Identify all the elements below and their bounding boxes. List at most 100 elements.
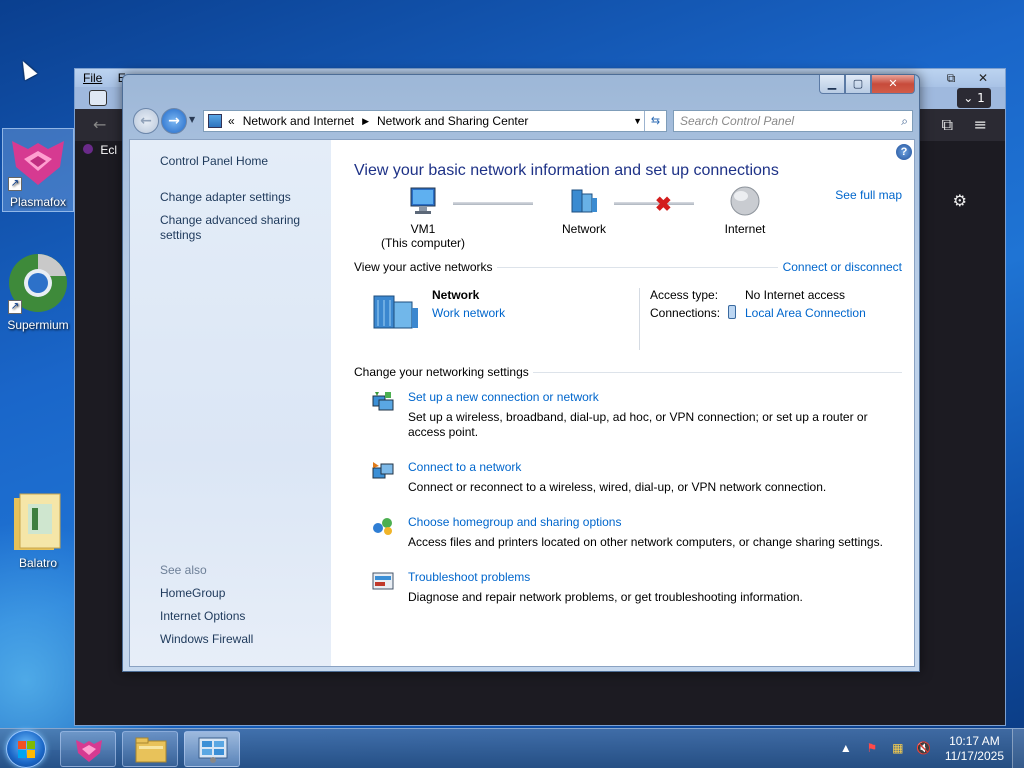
network-sharing-center-window[interactable]: ▁ ▢ ✕ ← → ▼ « Network and Internet ▶ Net… — [122, 74, 920, 672]
control-panel-home-link[interactable]: Control Panel Home — [160, 154, 268, 169]
windows-firewall-link[interactable]: Windows Firewall — [160, 632, 253, 647]
back-button[interactable]: ← — [133, 108, 159, 134]
network-building-icon — [373, 295, 418, 329]
breadcrumb-network-sharing-center[interactable]: Network and Sharing Center — [377, 111, 528, 131]
map-node-computer[interactable]: VM1 (This computer) — [373, 186, 473, 250]
desktop-icon-plasmafox[interactable]: ↗ Plasmafox — [2, 128, 74, 212]
taskbar-plasmafox[interactable] — [60, 731, 116, 767]
show-desktop-button[interactable] — [1012, 729, 1024, 768]
connections-label: Connections: — [650, 306, 721, 320]
change-adapter-settings-link[interactable]: Change adapter settings — [160, 190, 291, 205]
see-full-map-link[interactable]: See full map — [835, 188, 902, 202]
action-center-icon[interactable]: ⚑ — [863, 741, 881, 757]
connect-to-network-link[interactable]: Connect to a network — [408, 460, 521, 474]
folder-icon — [6, 490, 70, 554]
minimize-button[interactable]: ▁ — [819, 75, 845, 94]
connect-network-icon — [372, 462, 394, 479]
show-hidden-icons-icon[interactable]: ▲ — [837, 741, 855, 757]
connection-line — [614, 202, 694, 205]
plasmafox-icon — [76, 740, 102, 762]
tab-count-badge[interactable]: ⌄ 1 — [957, 88, 991, 108]
folder-icon — [135, 737, 167, 763]
internet-node-label: Internet — [724, 222, 766, 236]
desktop-icon-label: Plasmafox — [9, 195, 67, 209]
connection-line — [453, 202, 533, 205]
network-map: VM1 (This computer) Network ✖ Internet — [371, 186, 791, 254]
active-networks-heading: View your active networks — [354, 260, 497, 274]
browser-close-button[interactable]: ✕ — [969, 69, 997, 87]
map-node-network[interactable]: Network — [534, 186, 634, 236]
clock[interactable]: 10:17 AM 11/17/2025 — [945, 734, 1004, 764]
address-dropdown-icon[interactable]: ▼ — [633, 111, 642, 131]
task-homegroup: Choose homegroup and sharing options Acc… — [371, 515, 902, 551]
vertical-divider — [639, 288, 640, 350]
recent-pages-dropdown-icon[interactable]: ▼ — [189, 115, 195, 124]
main-pane: ? View your basic network information an… — [331, 140, 914, 666]
search-icon[interactable]: ⌕ — [901, 111, 908, 131]
help-icon[interactable]: ? — [896, 144, 912, 160]
ethernet-icon — [728, 305, 736, 319]
network-icon — [568, 186, 600, 216]
local-area-connection-link[interactable]: Local Area Connection — [745, 306, 866, 320]
taskbar-explorer[interactable] — [122, 731, 178, 767]
homegroup-icon — [373, 518, 392, 535]
control-panel-icon — [208, 114, 222, 128]
task-description: Access files and printers located on oth… — [408, 535, 883, 549]
breadcrumb-separator-icon[interactable]: ▶ — [362, 111, 369, 131]
homegroup-link[interactable]: HomeGroup — [160, 586, 225, 601]
close-button[interactable]: ✕ — [871, 75, 915, 94]
browser-side-tab[interactable]: Ecl — [83, 143, 117, 157]
connect-disconnect-link[interactable]: Connect or disconnect — [783, 260, 902, 274]
breadcrumb-network-internet[interactable]: Network and Internet — [243, 111, 354, 131]
internet-options-link[interactable]: Internet Options — [160, 609, 245, 624]
globe-icon — [729, 186, 761, 216]
network-type-link[interactable]: Work network — [432, 306, 505, 320]
forward-button[interactable]: → — [161, 108, 187, 134]
gear-icon[interactable]: ⚙ — [953, 191, 967, 210]
menu-icon[interactable]: ≡ — [974, 115, 987, 134]
network-status-icon[interactable]: ▦ — [889, 741, 907, 757]
computer-icon — [407, 186, 439, 216]
change-advanced-sharing-link[interactable]: Change advanced sharing settings — [160, 213, 300, 243]
task-description: Set up a wireless, broadband, dial-up, a… — [408, 410, 868, 439]
refresh-icon[interactable]: ⇆ — [644, 111, 666, 131]
setup-new-connection-link[interactable]: Set up a new connection or network — [408, 390, 599, 404]
clock-date: 11/17/2025 — [944, 749, 1004, 763]
taskbar-control-panel[interactable] — [184, 731, 240, 767]
computer-name: VM1 — [410, 222, 436, 236]
start-button[interactable] — [6, 730, 46, 768]
chevron-down-icon: ⌄ — [963, 91, 974, 105]
window-body: Control Panel Home Change adapter settin… — [129, 139, 915, 667]
maximize-button[interactable]: ▢ — [845, 75, 871, 94]
task-description: Connect or reconnect to a wireless, wire… — [408, 480, 827, 494]
search-input[interactable]: Search Control Panel ⌕ — [673, 110, 913, 132]
breadcrumb-overflow[interactable]: « — [228, 111, 235, 131]
desktop-icon-label: Supermium — [7, 318, 69, 332]
tab-count: 1 — [977, 91, 985, 105]
network-node-label: Network — [561, 222, 606, 236]
link-line-2: settings — [160, 228, 202, 242]
map-node-internet[interactable]: Internet — [695, 186, 795, 236]
task-description: Diagnose and repair network problems, or… — [408, 590, 803, 604]
menu-file[interactable]: File — [83, 71, 102, 85]
browser-restore-button[interactable]: ⧉ — [937, 69, 965, 87]
divider — [532, 372, 902, 373]
back-arrow-icon: ← — [140, 113, 152, 129]
navigation-bar: ← → ▼ « Network and Internet ▶ Network a… — [131, 105, 913, 135]
troubleshoot-problems-link[interactable]: Troubleshoot problems — [408, 570, 530, 584]
homegroup-sharing-link[interactable]: Choose homegroup and sharing options — [408, 515, 621, 529]
page-title: View your basic network information and … — [354, 162, 779, 179]
volume-muted-icon[interactable]: 🔇 — [915, 741, 933, 757]
desktop-icon-supermium[interactable]: ↗ Supermium — [2, 252, 74, 332]
windows-logo-icon — [18, 741, 36, 759]
network-name: Network — [432, 288, 480, 302]
troubleshoot-icon — [372, 572, 394, 590]
desktop-icon-balatro[interactable]: Balatro — [2, 490, 74, 570]
address-bar[interactable]: « Network and Internet ▶ Network and Sha… — [203, 110, 667, 132]
taskbar: ▲ ⚑ ▦ 🔇 10:17 AM 11/17/2025 — [0, 728, 1024, 768]
access-type-label: Access type: — [650, 288, 719, 302]
extensions-icon[interactable]: ⧉ — [942, 115, 953, 135]
tab-list-icon[interactable] — [89, 90, 107, 106]
back-arrow-icon[interactable]: ← — [93, 115, 106, 134]
desktop-icon-label: Balatro — [18, 556, 58, 570]
